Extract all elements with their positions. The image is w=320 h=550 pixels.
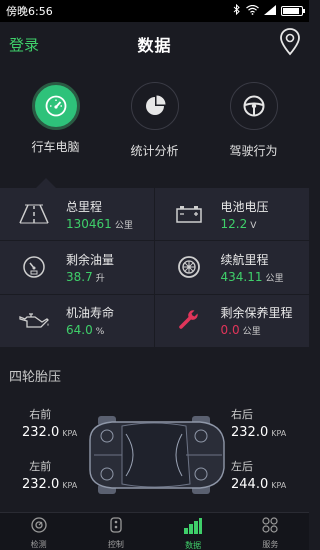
- tire-label: 右前: [29, 408, 52, 421]
- speedometer-icon: [31, 82, 80, 130]
- tire-value: 244.0 KPA: [231, 477, 287, 492]
- bar-chart-icon: [183, 517, 203, 538]
- mode-label: 驾驶行为: [229, 144, 278, 158]
- car-battery-icon: [169, 199, 209, 229]
- tab-label: 控制: [107, 540, 124, 549]
- mode-selector: 行车电脑 统计分析 驾驶行为: [0, 72, 309, 188]
- stat-label: 总里程: [66, 199, 103, 214]
- stat-value: 38.7 升: [66, 269, 105, 284]
- bluetooth-icon: [233, 3, 241, 18]
- stat-value: 64.0%: [66, 323, 105, 338]
- signal-icon: [264, 4, 276, 18]
- wrench-icon: [169, 306, 209, 336]
- stat-label: 剩余保养里程: [220, 306, 293, 321]
- tab-label: 数据: [185, 541, 202, 550]
- mode-statistics[interactable]: 统计分析: [110, 72, 200, 188]
- road-icon: [14, 199, 54, 229]
- stat-label: 剩余油量: [66, 252, 115, 267]
- stat-battery-voltage: 电池电压 12.2 V: [154, 188, 309, 242]
- page-title: 数据: [137, 36, 172, 55]
- car-key-icon: [109, 517, 123, 537]
- stat-value: 0.0 公里: [220, 323, 261, 338]
- tire-label: 左前: [29, 460, 52, 473]
- battery-icon: [281, 6, 305, 16]
- stat-value: 12.2 V: [220, 216, 257, 231]
- stat-value: 130461 公里: [66, 216, 133, 231]
- status-time: 傍晚6:56: [6, 5, 53, 18]
- mode-label: 统计分析: [130, 144, 179, 158]
- stat-value: 434.11 公里: [220, 269, 284, 284]
- mode-trip-computer[interactable]: 行车电脑: [11, 72, 101, 188]
- stat-oil-life: 机油寿命 64.0%: [0, 294, 155, 348]
- location-pin-icon[interactable]: [279, 27, 301, 61]
- tab-service[interactable]: 服务: [235, 513, 305, 550]
- grid-dots-icon: [261, 517, 279, 537]
- tire-front-left: 左前 232.0 KPA: [22, 458, 77, 492]
- tab-data[interactable]: 数据: [158, 513, 228, 550]
- tire-front-right: 右前 232.0 KPA: [22, 406, 77, 440]
- detect-icon: [30, 517, 48, 537]
- tire-rear-right: 右后 232.0 KPA: [231, 406, 286, 440]
- stat-total-mileage: 总里程 130461 公里: [0, 188, 155, 242]
- stat-maintenance-mileage: 剩余保养里程 0.0 公里: [154, 295, 309, 348]
- stats-panel: 总里程 130461 公里 电池电压 12.2 V 剩余油量 38.7 升 续航…: [0, 188, 309, 348]
- stat-label: 电池电压: [220, 199, 269, 214]
- wifi-icon: [246, 4, 259, 18]
- tire-pressure-title: 四轮胎压: [9, 370, 62, 385]
- car-top-view-illustration: [82, 412, 228, 502]
- stat-label: 机油寿命: [66, 306, 115, 321]
- mode-driving-behavior[interactable]: 驾驶行为: [209, 72, 299, 188]
- tire-value: 232.0 KPA: [231, 425, 287, 440]
- bottom-tab-bar: 检测 控制 数据 服务: [0, 512, 309, 550]
- tire-label: 左后: [231, 460, 253, 473]
- tab-control[interactable]: 控制: [81, 513, 151, 550]
- tire-value: 232.0 KPA: [22, 425, 78, 440]
- status-bar: 傍晚6:56: [0, 0, 309, 22]
- stat-cruising-range: 续航里程 434.11 公里: [154, 241, 309, 295]
- tab-detect[interactable]: 检测: [4, 513, 74, 550]
- fuel-gauge-icon: [14, 252, 54, 282]
- header: 登录 数据: [0, 22, 309, 66]
- pie-chart-icon: [130, 82, 179, 130]
- tab-label: 检测: [30, 540, 47, 549]
- tire-label: 右后: [231, 408, 253, 421]
- active-mode-indicator: [36, 178, 56, 188]
- login-button[interactable]: 登录: [9, 34, 39, 55]
- tire-rear-left: 左后 244.0 KPA: [231, 458, 286, 492]
- stat-remaining-fuel: 剩余油量 38.7 升: [0, 241, 155, 295]
- mode-label: 行车电脑: [31, 140, 80, 154]
- oil-can-icon: [14, 306, 54, 336]
- stat-label: 续航里程: [220, 252, 269, 267]
- tire-value: 232.0 KPA: [22, 477, 78, 492]
- wheel-icon: [169, 252, 209, 282]
- tab-label: 服务: [262, 540, 279, 549]
- steering-wheel-icon: [229, 82, 278, 130]
